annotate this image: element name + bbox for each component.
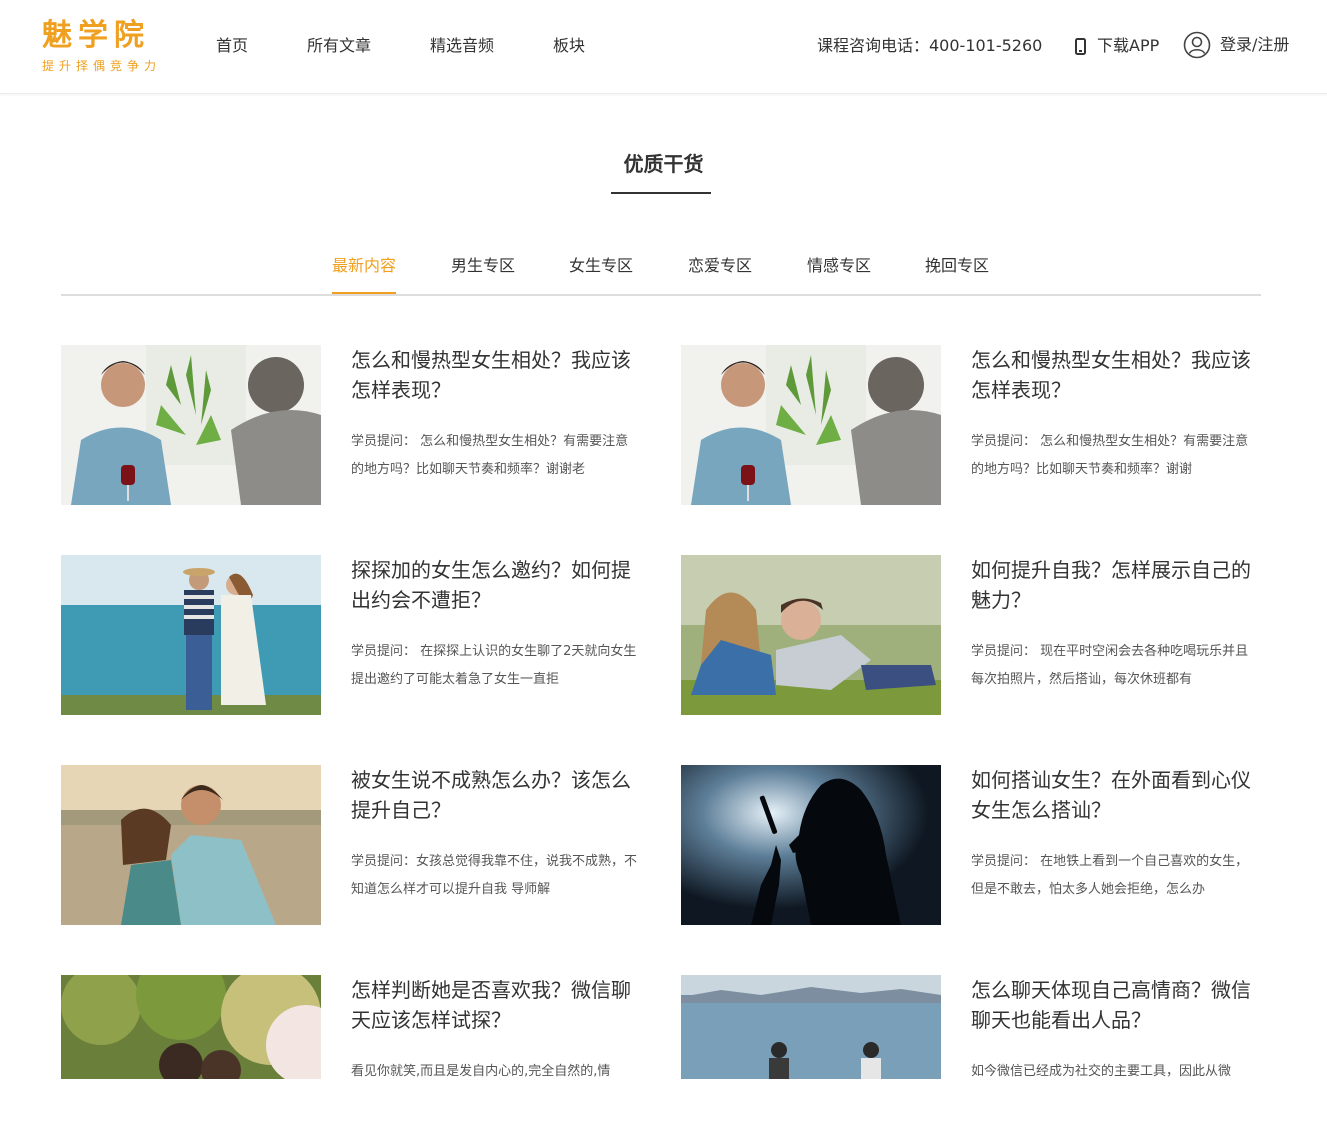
logo-name: 魅学院 xyxy=(42,18,150,53)
article-thumbnail[interactable] xyxy=(681,345,941,505)
article-title[interactable]: 怎么和慢热型女生相处？我应该怎样表现？ xyxy=(971,345,1261,405)
download-app-label: 下载APP xyxy=(1097,36,1160,55)
tab-romance[interactable]: 恋爱专区 xyxy=(688,254,752,278)
category-tabs: 最新内容 男生专区 女生专区 恋爱专区 情感专区 挽回专区 xyxy=(61,254,1261,296)
article-card[interactable]: 怎样判断她是否喜欢我？微信聊天应该怎样试探？ 看见你就笑,而且是发自内心的,完全… xyxy=(61,975,641,1135)
article-excerpt: 学员提问： 在地铁上看到一个自己喜欢的女生，但是不敢去，怕太多人她会拒绝，怎么办 xyxy=(971,854,1249,897)
article-card[interactable]: 怎么和慢热型女生相处？我应该怎样表现？ 学员提问： 怎么和慢热型女生相处？有需要… xyxy=(681,345,1261,505)
article-card[interactable]: 如何搭讪女生？在外面看到心仪女生怎么搭讪？ 学员提问： 在地铁上看到一个自己喜欢… xyxy=(681,765,1261,925)
nav-item-sections[interactable]: 板块 xyxy=(553,36,585,56)
article-excerpt: 如今微信已经成为社交的主要工具，因此从微 xyxy=(971,1064,1232,1079)
article-excerpt: 看见你就笑,而且是发自内心的,完全自然的,情 xyxy=(351,1064,611,1079)
site-logo[interactable]: 魅学院 提升择偶竞争力 xyxy=(42,18,182,78)
mobile-phone-icon xyxy=(1072,36,1088,56)
article-thumbnail[interactable] xyxy=(61,555,321,715)
article-title[interactable]: 怎么和慢热型女生相处？我应该怎样表现？ xyxy=(351,345,641,405)
article-card[interactable]: 被女生说不成熟怎么办？该怎么提升自己？ 学员提问：女孩总觉得我靠不住，说我不成熟… xyxy=(61,765,641,925)
site-header: 魅学院 提升择偶竞争力 首页 所有文章 精选音频 板块 课程咨询电话：400-1… xyxy=(0,0,1327,94)
article-excerpt: 学员提问： 怎么和慢热型女生相处？有需要注意的地方吗？比如聊天节奏和频率？谢谢 xyxy=(971,434,1249,477)
login-register-label: 登录/注册 xyxy=(1220,35,1290,54)
article-title[interactable]: 怎么聊天体现自己高情商？微信聊天也能看出人品？ xyxy=(971,975,1261,1035)
article-title[interactable]: 如何提升自我？怎样展示自己的魅力？ xyxy=(971,555,1261,615)
nav-item-audio[interactable]: 精选音频 xyxy=(430,36,494,56)
article-card[interactable]: 怎么聊天体现自己高情商？微信聊天也能看出人品？ 如今微信已经成为社交的主要工具，… xyxy=(681,975,1261,1135)
article-card[interactable]: 怎么和慢热型女生相处？我应该怎样表现？ 学员提问： 怎么和慢热型女生相处？有需要… xyxy=(61,345,641,505)
logo-slogan: 提升择偶竞争力 xyxy=(42,59,162,73)
article-title[interactable]: 被女生说不成熟怎么办？该怎么提升自己？ xyxy=(351,765,641,825)
tab-women[interactable]: 女生专区 xyxy=(569,254,633,278)
article-card[interactable]: 探探加的女生怎么邀约？如何提出约会不遭拒？ 学员提问： 在探探上认识的女生聊了2… xyxy=(61,555,641,715)
login-register-link[interactable]: 登录/注册 xyxy=(1183,31,1289,59)
section-title-underline xyxy=(611,192,711,194)
section-title: 优质干货 xyxy=(623,152,704,176)
article-card[interactable]: 如何提升自我？怎样展示自己的魅力？ 学员提问： 现在平时空闲会去各种吃喝玩乐并且… xyxy=(681,555,1261,715)
user-avatar-icon xyxy=(1183,31,1211,59)
tab-men[interactable]: 男生专区 xyxy=(451,254,515,278)
tab-reconcile[interactable]: 挽回专区 xyxy=(925,254,989,278)
article-title[interactable]: 探探加的女生怎么邀约？如何提出约会不遭拒？ xyxy=(351,555,641,615)
nav-item-home[interactable]: 首页 xyxy=(216,36,248,56)
article-excerpt: 学员提问： 现在平时空闲会去各种吃喝玩乐并且每次拍照片，然后搭讪，每次休班都有 xyxy=(971,644,1249,687)
tab-emotion[interactable]: 情感专区 xyxy=(807,254,871,278)
article-thumbnail[interactable] xyxy=(681,765,941,925)
article-title[interactable]: 怎样判断她是否喜欢我？微信聊天应该怎样试探？ xyxy=(351,975,641,1035)
download-app-link[interactable]: 下载APP xyxy=(1072,36,1159,56)
article-title[interactable]: 如何搭讪女生？在外面看到心仪女生怎么搭讪？ xyxy=(971,765,1261,825)
article-thumbnail[interactable] xyxy=(61,345,321,505)
nav-item-all-articles[interactable]: 所有文章 xyxy=(307,36,371,56)
article-thumbnail[interactable] xyxy=(681,975,941,1079)
article-excerpt: 学员提问： 在探探上认识的女生聊了2天就向女生提出邀约了可能太着急了女生一直拒 xyxy=(351,644,637,687)
article-thumbnail[interactable] xyxy=(61,765,321,925)
article-thumbnail[interactable] xyxy=(681,555,941,715)
article-excerpt: 学员提问：女孩总觉得我靠不住，说我不成熟，不知道怎么样才可以提升自我 导师解 xyxy=(351,854,638,897)
active-tab-indicator xyxy=(332,292,396,294)
article-thumbnail[interactable] xyxy=(61,975,321,1079)
tab-latest[interactable]: 最新内容 xyxy=(332,254,396,278)
article-excerpt: 学员提问： 怎么和慢热型女生相处？有需要注意的地方吗？比如聊天节奏和频率？谢谢老 xyxy=(351,434,629,477)
hotline-text: 课程咨询电话：400-101-5260 xyxy=(817,36,1043,55)
main-nav: 首页 所有文章 精选音频 板块 xyxy=(216,36,585,56)
